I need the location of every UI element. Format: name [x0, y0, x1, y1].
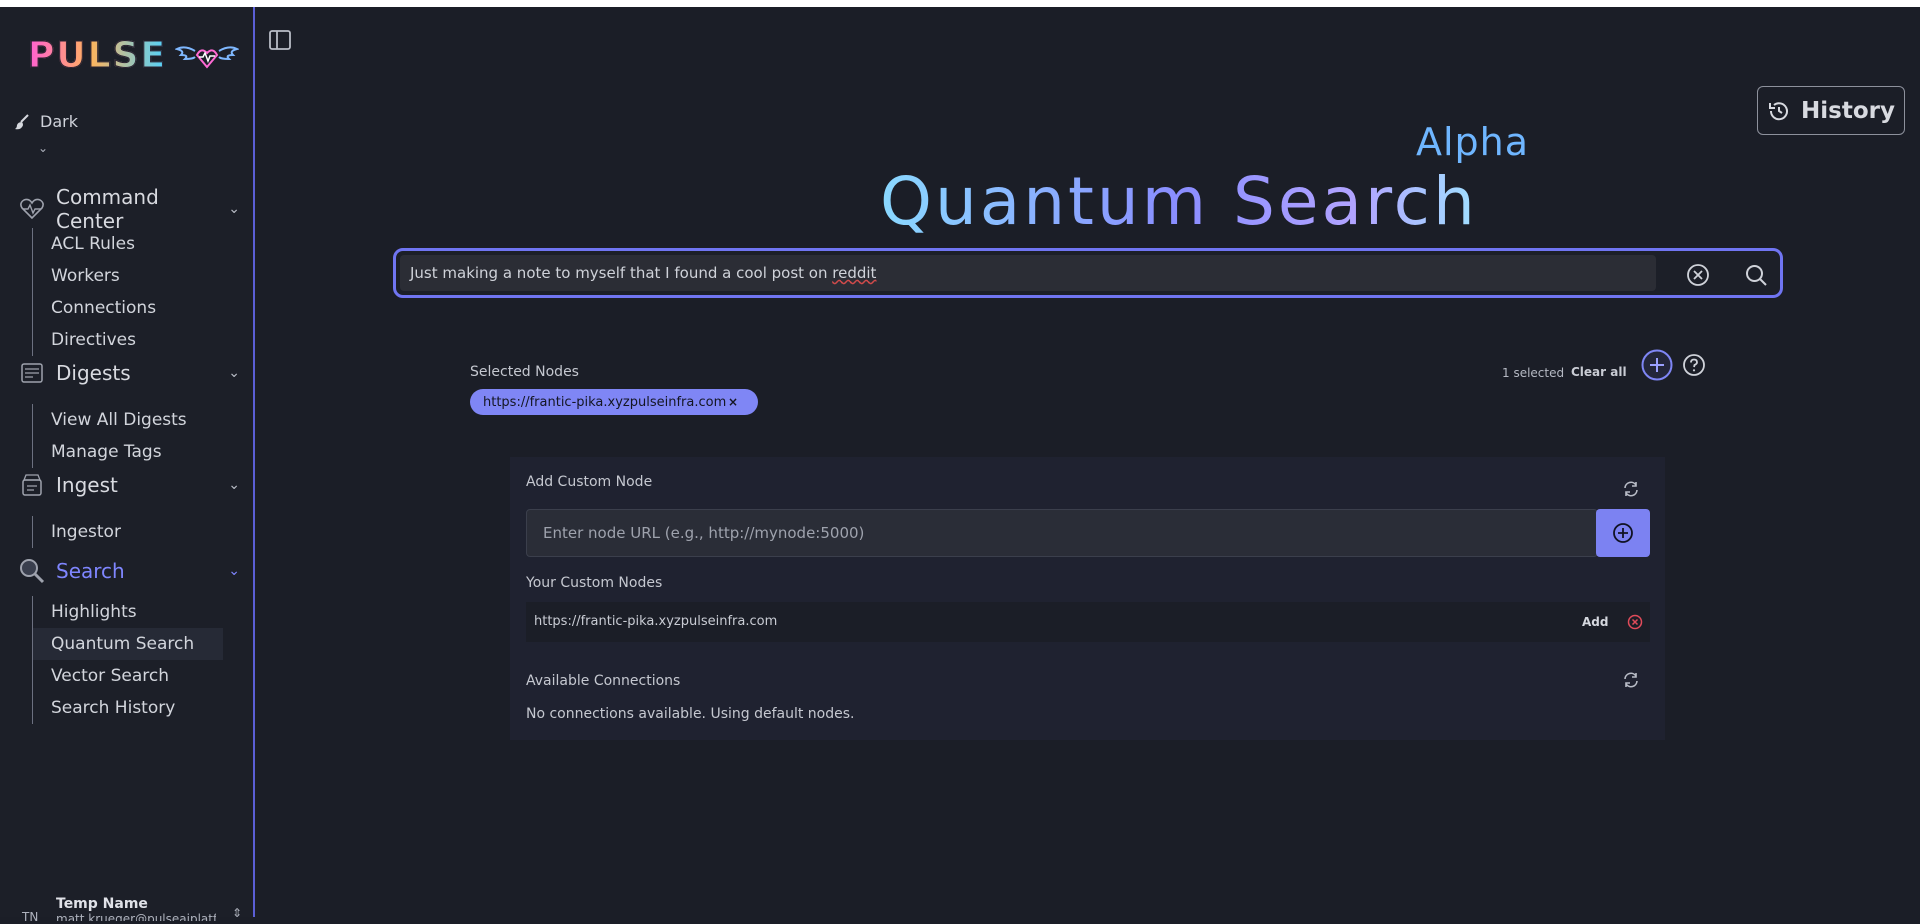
- custom-node-row: https://frantic-pika.xyzpulseinfra.com A…: [526, 602, 1650, 642]
- add-custom-node-heading: Add Custom Node: [526, 474, 653, 490]
- custom-node-remove-button[interactable]: [1627, 614, 1643, 630]
- your-custom-nodes-heading: Your Custom Nodes: [526, 575, 663, 591]
- close-circle-icon: [1687, 264, 1709, 286]
- sidebar-toggle-icon: [269, 30, 291, 50]
- chevron-down-icon: ⌄: [228, 201, 240, 217]
- nav-subgroup-digests: View All Digests Manage Tags: [32, 404, 223, 468]
- refresh-icon: [1624, 481, 1638, 497]
- paintbrush-icon: [15, 113, 29, 129]
- plus-circle-icon: [1641, 349, 1673, 381]
- avatar: TN: [22, 910, 39, 924]
- help-icon: [1683, 354, 1705, 376]
- plus-circle-icon: [1613, 523, 1633, 543]
- clear-all-button[interactable]: Clear all: [1571, 365, 1627, 379]
- sidebar-item-workers[interactable]: Workers: [33, 260, 223, 292]
- nav-subgroup-search: Highlights Quantum Search Vector Search …: [32, 596, 223, 724]
- sidebar-toggle-button[interactable]: [268, 28, 292, 52]
- clear-search-button[interactable]: [1686, 263, 1710, 287]
- window-top-strip: [0, 0, 1920, 7]
- help-button[interactable]: [1682, 353, 1706, 377]
- logo-text: PULSE: [27, 35, 168, 77]
- close-circle-icon: [1627, 614, 1643, 630]
- sidebar: PULSE Dark ⌄ Command Center ⌄ ACL Rules …: [0, 7, 255, 924]
- nav-section-ingest[interactable]: Ingest ⌄: [18, 471, 240, 499]
- selected-nodes-label: Selected Nodes: [470, 364, 579, 380]
- sidebar-item-search-history[interactable]: Search History: [33, 692, 223, 724]
- chevron-down-icon: ⌄: [228, 563, 240, 579]
- search-query-misspelled-word: reddit: [832, 264, 877, 282]
- nav-section-label: Command Center: [56, 185, 159, 233]
- chip-remove-button[interactable]: ×: [728, 395, 738, 409]
- refresh-connections-button[interactable]: [1622, 671, 1640, 689]
- no-connections-message: No connections available. Using default …: [526, 706, 855, 722]
- custom-node-add-button[interactable]: Add: [1582, 615, 1608, 629]
- selected-node-chip[interactable]: https://frantic-pika.xyzpulseinfra.com ×: [470, 389, 758, 415]
- sidebar-item-directives[interactable]: Directives: [33, 324, 223, 356]
- custom-node-panel: Add Custom Node Enter node URL (e.g., ht…: [510, 457, 1665, 740]
- history-button[interactable]: History: [1757, 86, 1905, 135]
- search-submit-button[interactable]: [1744, 263, 1768, 287]
- sidebar-item-manage-tags[interactable]: Manage Tags: [33, 436, 223, 468]
- search-input[interactable]: Just making a note to myself that I foun…: [400, 255, 1656, 291]
- node-url-input[interactable]: Enter node URL (e.g., http://mynode:5000…: [526, 509, 1598, 557]
- alpha-badge: Alpha: [1416, 120, 1530, 164]
- custom-node-url: https://frantic-pika.xyzpulseinfra.com: [534, 614, 778, 629]
- chevron-down-icon: ⌄: [228, 365, 240, 381]
- chevron-updown-icon: ⇕: [231, 906, 242, 920]
- sidebar-item-highlights[interactable]: Highlights: [33, 596, 223, 628]
- add-node-button[interactable]: [1596, 509, 1650, 557]
- user-menu[interactable]: TN Temp Name matt.krueger@pulseaiplatf ⇕: [22, 896, 242, 924]
- sidebar-item-vector-search[interactable]: Vector Search: [33, 660, 223, 692]
- sidebar-item-ingestor[interactable]: Ingestor: [33, 516, 223, 548]
- chevron-down-icon[interactable]: ⌄: [38, 141, 48, 155]
- sidebar-item-quantum-search[interactable]: Quantum Search: [33, 628, 223, 660]
- search-query-text: Just making a note to myself that I foun…: [410, 264, 833, 282]
- sidebar-item-view-all-digests[interactable]: View All Digests: [33, 404, 223, 436]
- chip-url: https://frantic-pika.xyzpulseinfra.com: [483, 394, 727, 410]
- theme-select[interactable]: Dark: [14, 112, 78, 131]
- chevron-down-icon: ⌄: [228, 477, 240, 493]
- refresh-icon: [1624, 672, 1638, 688]
- history-label: History: [1801, 97, 1895, 124]
- logo-wings-icon: [175, 45, 240, 69]
- nav-section-digests[interactable]: Digests ⌄: [18, 359, 240, 387]
- refresh-button[interactable]: [1622, 480, 1640, 498]
- logo[interactable]: PULSE: [27, 35, 240, 77]
- theme-label: Dark: [40, 112, 78, 131]
- sidebar-item-acl-rules[interactable]: ACL Rules: [33, 228, 223, 260]
- nav-subgroup-ingest: Ingestor: [32, 516, 223, 548]
- nav-section-label: Search: [56, 559, 125, 583]
- history-icon: [1769, 101, 1789, 120]
- digest-icon: [18, 359, 46, 387]
- nav-section-label: Ingest: [56, 473, 118, 497]
- nav-section-command-center[interactable]: Command Center ⌄: [18, 185, 240, 233]
- search-bar: Just making a note to myself that I foun…: [393, 248, 1783, 298]
- available-connections-heading: Available Connections: [526, 673, 681, 689]
- page-title: Quantum Search: [880, 163, 1478, 240]
- nav-subgroup-command-center: ACL Rules Workers Connections Directives: [32, 228, 223, 356]
- nav-section-search[interactable]: Search ⌄: [18, 557, 240, 585]
- search-icon: [18, 557, 46, 585]
- heartbeat-icon: [18, 195, 46, 223]
- nav-section-label: Digests: [56, 361, 131, 385]
- ingest-icon: [18, 471, 46, 499]
- add-node-toggle-button[interactable]: [1641, 349, 1673, 381]
- search-icon: [1746, 265, 1767, 286]
- sidebar-item-connections[interactable]: Connections: [33, 292, 223, 324]
- user-name: Temp Name: [56, 896, 148, 912]
- selected-count: 1 selected: [1502, 366, 1565, 380]
